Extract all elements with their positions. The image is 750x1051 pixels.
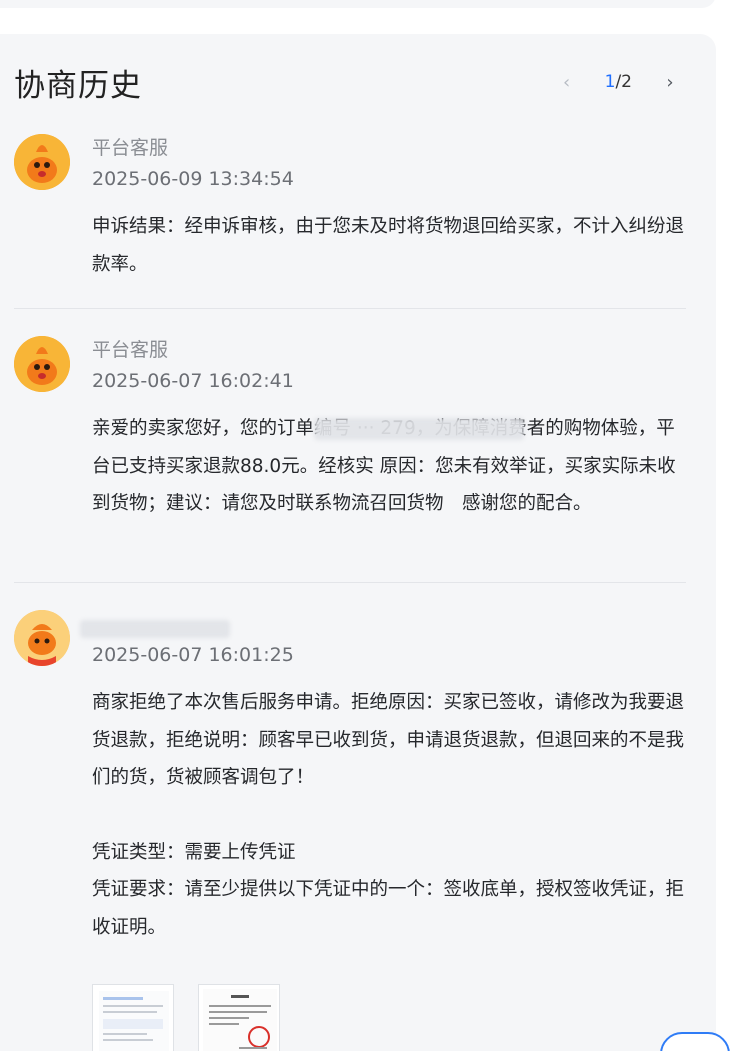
document-screenshot-icon: [99, 991, 169, 1051]
message-time: 2025-06-07 16:01:25: [92, 644, 294, 666]
chevron-right-icon[interactable]: ›: [658, 70, 682, 94]
evidence-requirement: 凭证要求：请至少提供以下凭证中的一个：签收底单，授权签收凭证，拒收证明。: [92, 879, 685, 938]
mascot-avatar-icon: [14, 134, 70, 190]
page-indicator: 1/2: [605, 72, 632, 92]
merchant-avatar-icon: [14, 610, 70, 666]
negotiation-history-panel: 协商历史 ‹ 1/2 › 平台客服 2025-06-09 13:34:54 申诉…: [0, 34, 716, 1051]
signed-letter-icon: [203, 989, 277, 1051]
floating-action-button[interactable]: [660, 1032, 730, 1051]
message-text: [92, 797, 688, 834]
current-page: 1: [604, 72, 616, 92]
sender-name: 平台客服: [92, 137, 169, 159]
evidence-type: 凭证类型：需要上传凭证: [92, 841, 296, 863]
divider: [14, 308, 686, 309]
chevron-left-icon[interactable]: ‹: [555, 70, 579, 94]
message-body: 商家拒绝了本次售后服务申请。拒绝原因：买家已签收，请修改为我要退货退款，拒绝说明…: [92, 684, 688, 946]
message-header: 平台客服 2025-06-09 13:34:54: [92, 134, 294, 194]
avatar: [14, 336, 70, 392]
message-text: 商家拒绝了本次售后服务申请。拒绝原因：买家已签收，请修改为我要退货退款，拒绝说明…: [92, 692, 685, 788]
message-item: 平台客服 2025-06-09 13:34:54 申诉结果：经申诉审核，由于您未…: [14, 134, 686, 284]
attachment-image-2[interactable]: [198, 984, 280, 1051]
divider: [14, 582, 686, 583]
sender-name: 平台客服: [92, 339, 169, 361]
message-body: 申诉结果：经申诉审核，由于您未及时将货物退回给买家，不计入纠纷退款率。: [92, 208, 688, 283]
panel-header: 协商历史 ‹ 1/2 ›: [14, 60, 716, 104]
previous-card: [0, 0, 716, 8]
redacted-sender: [80, 620, 230, 638]
message-item: 平台客服 2025-06-07 16:02:41 亲爱的卖家您好，您的订单编号 …: [14, 336, 686, 576]
mascot-avatar-icon: [14, 336, 70, 392]
avatar: [14, 610, 70, 666]
message-text: 申诉结果：经申诉审核，由于您未及时将货物退回给买家，不计入纠纷退款率。: [92, 216, 685, 275]
message-header: 2025-06-07 16:01:25: [92, 610, 294, 670]
avatar: [14, 134, 70, 190]
attachment-thumbnails: [92, 984, 280, 1051]
pager: ‹ 1/2 ›: [555, 68, 682, 96]
total-pages: /2: [615, 72, 632, 92]
message-item: 2025-06-07 16:01:25 商家拒绝了本次售后服务申请。拒绝原因：买…: [14, 610, 688, 1051]
attachment-image-1[interactable]: [92, 984, 174, 1051]
message-time: 2025-06-07 16:02:41: [92, 370, 294, 392]
redacted-order-number: [314, 418, 524, 440]
message-header: 平台客服 2025-06-07 16:02:41: [92, 336, 294, 396]
message-time: 2025-06-09 13:34:54: [92, 168, 294, 190]
